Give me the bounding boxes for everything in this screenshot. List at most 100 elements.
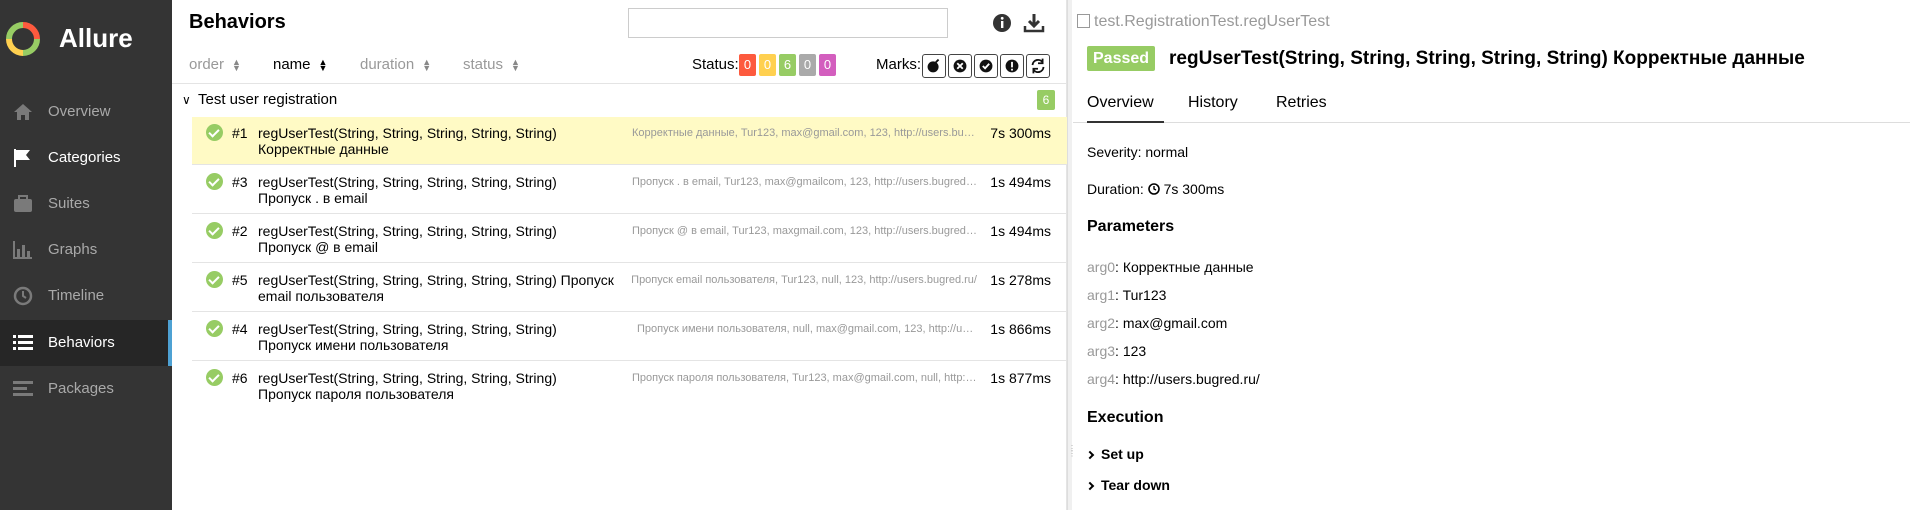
- group-passed-count: 6: [1037, 90, 1055, 110]
- table-row[interactable]: #5 regUserTest(String, String, String, S…: [192, 264, 1067, 312]
- group-name: Test user registration: [198, 91, 338, 108]
- test-duration: 1s 494ms: [990, 174, 1051, 190]
- tab-retries[interactable]: Retries: [1276, 93, 1327, 113]
- parameters-heading: Parameters: [1087, 218, 1175, 235]
- splitter-handle-icon[interactable]: ⋮ ⋮: [1068, 445, 1076, 468]
- test-name: regUserTest(String, String, String, Stri…: [258, 321, 557, 353]
- status-passed-count[interactable]: 6: [779, 54, 796, 76]
- tab-history[interactable]: History: [1188, 93, 1238, 113]
- test-name: regUserTest(String, String, String, Stri…: [258, 272, 614, 304]
- table-row[interactable]: #4 regUserTest(String, String, String, S…: [192, 313, 1067, 361]
- teardown-section[interactable]: Tear down: [1085, 476, 1170, 494]
- status-broken-count[interactable]: 0: [759, 54, 776, 76]
- execution-heading: Execution: [1087, 409, 1164, 426]
- sidebar-item-packages[interactable]: Packages: [0, 366, 172, 412]
- sort-arrows-icon: ▲ ▼: [318, 57, 328, 74]
- table-row[interactable]: #1 regUserTest(String, String, String, S…: [192, 117, 1067, 165]
- sort-name[interactable]: name ▲ ▼: [273, 56, 327, 74]
- new-failed-icon[interactable]: [948, 54, 972, 78]
- download-icon[interactable]: [1023, 12, 1045, 34]
- test-title: regUserTest(String, String, String, Stri…: [1169, 48, 1805, 69]
- info-icon[interactable]: [991, 12, 1013, 34]
- sidebar-item-label: Categories: [48, 149, 121, 166]
- clock-icon: [1147, 183, 1160, 195]
- parameter-row: arg2: max@gmail.com: [1087, 315, 1228, 331]
- sidebar-item-graphs[interactable]: Graphs: [0, 227, 172, 273]
- copy-icon[interactable]: [1077, 14, 1090, 28]
- marks-filter-label: Marks:: [876, 56, 921, 73]
- sort-arrows-icon: ▲ ▼: [232, 57, 241, 74]
- sidebar-item-label: Packages: [48, 380, 114, 397]
- passed-status-icon: [206, 271, 223, 288]
- new-passed-icon[interactable]: [974, 54, 998, 78]
- duration-line: Duration: 7s 300ms: [1087, 181, 1225, 197]
- retries-icon[interactable]: [1026, 54, 1050, 78]
- sidebar: Allure Overview Categories Suites Graphs…: [0, 0, 172, 510]
- brand[interactable]: Allure: [0, 14, 172, 58]
- test-duration: 1s 866ms: [990, 321, 1051, 337]
- search-input[interactable]: [628, 8, 948, 38]
- passed-status-icon: [206, 222, 223, 239]
- list-icon: [13, 335, 33, 350]
- sidebar-item-categories[interactable]: Categories: [0, 135, 172, 181]
- flaky-bomb-icon[interactable]: [922, 54, 946, 78]
- sort-order[interactable]: order ▲ ▼: [189, 56, 241, 74]
- test-name: regUserTest(String, String, String, Stri…: [258, 174, 557, 206]
- brand-name: Allure: [59, 23, 133, 53]
- breadcrumb[interactable]: test.RegistrationTest.regUserTest: [1077, 12, 1330, 32]
- page-title: Behaviors: [189, 11, 286, 33]
- status-filter-label: Status:: [692, 56, 739, 73]
- align-left-icon: [13, 381, 33, 396]
- passed-status-icon: [206, 173, 223, 190]
- sidebar-item-behaviors[interactable]: Behaviors: [0, 320, 172, 366]
- panel-splitter[interactable]: [1067, 0, 1072, 510]
- bar-chart-icon: [13, 241, 32, 259]
- test-duration: 1s 494ms: [990, 223, 1051, 239]
- test-params: Пропуск email пользователя, Tur123, null…: [631, 274, 977, 286]
- parameter-row: arg4: http://users.bugred.ru/: [1087, 371, 1260, 387]
- setup-section[interactable]: Set up: [1085, 445, 1144, 463]
- severity-line: Severity: normal: [1087, 144, 1189, 160]
- status-badge: Passed: [1087, 46, 1156, 71]
- test-name: regUserTest(String, String, String, Stri…: [258, 125, 557, 157]
- test-number: #6: [232, 370, 248, 386]
- chevron-down-icon: ∨: [182, 93, 191, 107]
- test-params: Корректные данные, Tur123, max@gmail.com…: [632, 127, 977, 139]
- behavior-group[interactable]: ∨ Test user registration 6: [180, 88, 1060, 112]
- test-detail-panel: test.RegistrationTest.regUserTest Passed…: [1073, 0, 1910, 510]
- parameter-row: arg0: Корректные данные: [1087, 259, 1254, 275]
- test-params: Пропуск . в email, Tur123, max@gmailcom,…: [632, 176, 977, 188]
- test-number: #1: [232, 125, 248, 141]
- status-skipped-count[interactable]: 0: [799, 54, 816, 76]
- tab-overview[interactable]: Overview: [1087, 93, 1164, 123]
- parameter-row: arg1: Tur123: [1087, 287, 1167, 303]
- sidebar-item-label: Graphs: [48, 241, 98, 258]
- status-failed-count[interactable]: 0: [739, 54, 756, 76]
- sidebar-item-overview[interactable]: Overview: [0, 89, 172, 135]
- passed-status-icon: [206, 320, 223, 337]
- table-row[interactable]: #6 regUserTest(String, String, String, S…: [192, 362, 1067, 410]
- sidebar-item-label: Timeline: [48, 287, 105, 304]
- sidebar-item-timeline[interactable]: Timeline: [0, 273, 172, 319]
- flag-icon: [14, 149, 30, 167]
- sort-status[interactable]: status ▲ ▼: [463, 56, 520, 74]
- sort-duration[interactable]: duration ▲ ▼: [360, 56, 431, 74]
- new-broken-icon[interactable]: [1000, 54, 1024, 78]
- test-name: regUserTest(String, String, String, Stri…: [258, 370, 557, 402]
- test-params: Пропуск @ в email, Tur123, maxgmail.com,…: [632, 225, 977, 237]
- sort-arrows-icon: ▲ ▼: [422, 57, 432, 74]
- allure-logo-icon: [6, 22, 40, 56]
- test-number: #4: [232, 321, 248, 337]
- test-params: Пропуск имени пользователя, null, max@gm…: [637, 323, 977, 335]
- sidebar-item-suites[interactable]: Suites: [0, 181, 172, 227]
- duration-value: 7s 300ms: [1163, 181, 1225, 197]
- status-unknown-count[interactable]: 0: [819, 54, 836, 76]
- sidebar-item-label: Behaviors: [48, 334, 115, 351]
- chevron-right-icon: [1085, 481, 1095, 491]
- test-duration: 1s 278ms: [990, 272, 1051, 288]
- test-duration: 1s 877ms: [990, 370, 1051, 386]
- table-row[interactable]: #3 regUserTest(String, String, String, S…: [192, 166, 1067, 214]
- table-row[interactable]: #2 regUserTest(String, String, String, S…: [192, 215, 1067, 263]
- test-duration: 7s 300ms: [990, 125, 1051, 141]
- sort-bar: order ▲ ▼ name ▲ ▼ duration ▲ ▼ status ▲ ▼ Statu…: [172, 50, 1067, 84]
